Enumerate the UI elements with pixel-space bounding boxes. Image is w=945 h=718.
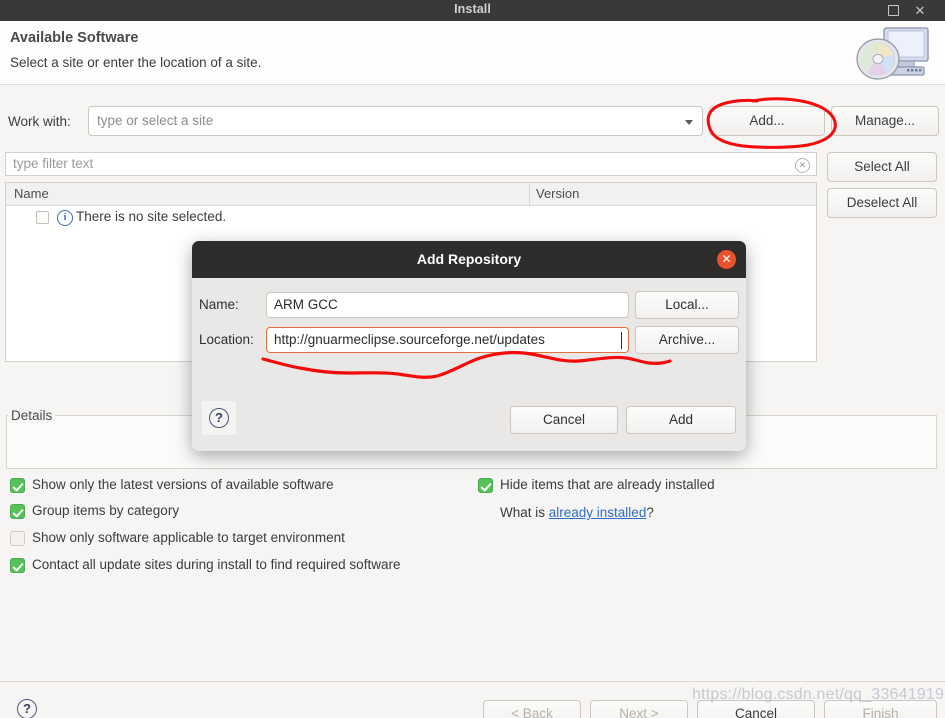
text-caret [621, 332, 622, 349]
maximize-square-icon[interactable] [885, 3, 901, 19]
manage-button[interactable]: Manage... [831, 106, 939, 136]
work-with-combo[interactable]: type or select a site [88, 106, 703, 136]
whatis-suffix: ? [646, 505, 654, 520]
already-installed-link[interactable]: already installed [549, 505, 647, 520]
column-header-name[interactable]: Name [14, 186, 49, 201]
work-with-placeholder: type or select a site [97, 113, 214, 128]
dialog-add-button[interactable]: Add [626, 406, 736, 434]
footer-divider [0, 681, 945, 682]
name-label: Name: [199, 297, 239, 312]
filter-input[interactable]: type filter text ✕ [5, 152, 817, 176]
what-is-already-installed: What is already installed? [500, 505, 654, 520]
next-button[interactable]: Next > [590, 700, 688, 718]
deselect-all-button[interactable]: Deselect All [827, 188, 937, 218]
work-with-label: Work with: [8, 114, 71, 129]
add-repository-dialog: Add Repository ✕ Name: ARM GCC Local... … [192, 241, 746, 451]
help-question-icon[interactable]: ? [209, 408, 229, 428]
clear-circle-icon[interactable]: ✕ [795, 158, 810, 173]
cd-monitor-icon [854, 26, 940, 83]
filter-placeholder: type filter text [13, 156, 94, 171]
name-field[interactable]: ARM GCC [266, 292, 629, 318]
option-label: Show only software applicable to target … [32, 530, 345, 545]
checkbox-checked-icon[interactable] [10, 504, 25, 519]
window-titlebar: Install ✕ [0, 0, 945, 21]
name-value: ARM GCC [274, 297, 338, 312]
close-x-icon[interactable]: ✕ [717, 250, 736, 269]
archive-button[interactable]: Archive... [635, 326, 739, 354]
window-title: Install [454, 2, 491, 16]
page-subtitle: Select a site or enter the location of a… [10, 55, 262, 70]
close-x-icon[interactable]: ✕ [912, 3, 928, 19]
row-name: There is no site selected. [76, 209, 227, 224]
select-all-button[interactable]: Select All [827, 152, 937, 182]
help-question-icon[interactable]: ? [17, 699, 37, 718]
back-button[interactable]: < Back [483, 700, 581, 718]
dialog-body: Name: ARM GCC Local... Location: http://… [192, 278, 746, 451]
whatis-prefix: What is [500, 505, 549, 520]
dialog-titlebar: Add Repository ✕ [192, 241, 746, 278]
watermark-text: https://blog.csdn.net/qq_33641919 [692, 686, 945, 703]
location-label: Location: [199, 332, 254, 347]
option-label: Contact all update sites during install … [32, 557, 401, 572]
option-label: Group items by category [32, 503, 180, 518]
checkbox-unchecked-icon[interactable] [10, 531, 25, 546]
page-title: Available Software [10, 30, 139, 46]
details-legend: Details [8, 408, 56, 423]
location-field[interactable]: http://gnuarmeclipse.sourceforge.net/upd… [266, 327, 629, 353]
checkbox-checked-icon[interactable] [10, 558, 25, 573]
install-wizard-window: Install ✕ Available Software Select a si… [0, 0, 945, 718]
row-checkbox[interactable] [36, 211, 49, 224]
location-value: http://gnuarmeclipse.sourceforge.net/upd… [274, 332, 545, 347]
add-button[interactable]: Add... [709, 106, 825, 136]
dialog-title: Add Repository [416, 251, 522, 267]
info-icon: i [57, 210, 73, 226]
option-label: Show only the latest versions of availab… [32, 477, 334, 492]
chevron-down-icon[interactable] [685, 120, 693, 125]
table-header: Name Version [6, 183, 816, 206]
option-label: Hide items that are already installed [500, 477, 715, 492]
checkbox-checked-icon[interactable] [10, 478, 25, 493]
dialog-cancel-button[interactable]: Cancel [510, 406, 618, 434]
checkbox-checked-icon[interactable] [478, 478, 493, 493]
column-header-version[interactable]: Version [536, 186, 579, 201]
local-button[interactable]: Local... [635, 291, 739, 319]
wizard-header: Available Software Select a site or ente… [0, 21, 945, 85]
column-separator[interactable] [529, 183, 530, 205]
